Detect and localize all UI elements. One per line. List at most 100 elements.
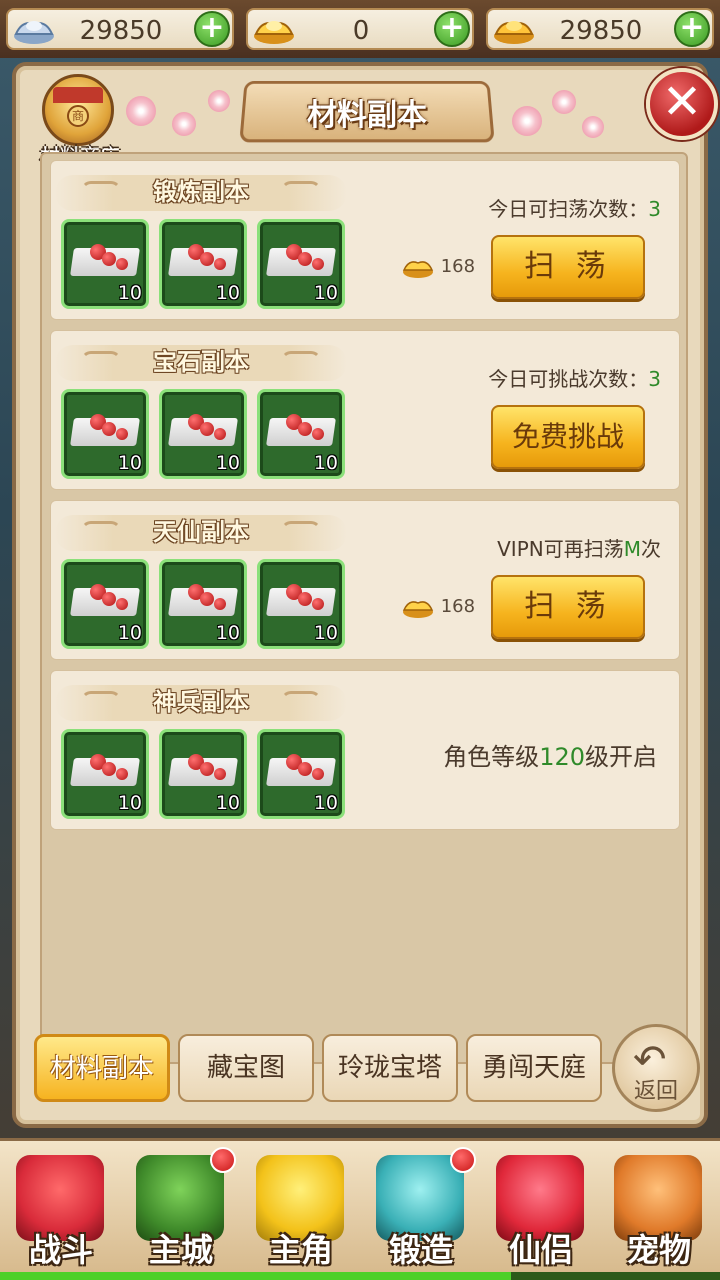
- notification-badge: [210, 1147, 236, 1173]
- cost-value: 168: [440, 596, 476, 617]
- dungeon-title: 神兵副本: [153, 688, 249, 716]
- dungeon-card-celestial: 天仙副本 10 10 10 VIPN可再扫荡M次 168 扫 荡: [50, 500, 680, 660]
- berry-icon: [214, 768, 226, 780]
- material-shop-button[interactable]: 商 材料商店: [30, 74, 130, 168]
- reward-item[interactable]: 10: [257, 559, 345, 649]
- bottom-nav: 战斗 主城 主角 锻造 仙侣 宠物: [0, 1138, 720, 1280]
- challenge-count-label: 今日可挑战次数：: [488, 367, 649, 391]
- reward-item[interactable]: 10: [61, 219, 149, 309]
- reward-item[interactable]: 10: [257, 219, 345, 309]
- sweep-button[interactable]: 扫 荡: [491, 235, 645, 299]
- nav-partner[interactable]: 仙侣: [482, 1145, 600, 1275]
- shop-roof: [53, 87, 103, 103]
- notification-badge: [450, 1147, 476, 1173]
- item-quantity: 10: [117, 622, 142, 644]
- item-quantity: 10: [215, 792, 240, 814]
- free-challenge-button[interactable]: 免费挑战: [491, 405, 645, 469]
- gold-amount: 0: [352, 16, 370, 46]
- nav-label: 主城: [148, 1231, 213, 1269]
- nav-label: 宠物: [626, 1231, 691, 1269]
- berry-icon: [116, 258, 128, 270]
- nav-city[interactable]: 主城: [122, 1145, 240, 1275]
- sweep-count: 今日可扫荡次数：3: [488, 193, 661, 222]
- berry-icon: [312, 258, 324, 270]
- item-quantity: 10: [215, 452, 240, 474]
- reward-item[interactable]: 10: [61, 729, 149, 819]
- tab-linglong-tower[interactable]: 玲珑宝塔: [322, 1034, 458, 1102]
- tab-treasure-map[interactable]: 藏宝图: [178, 1034, 314, 1102]
- berry-icon: [298, 592, 312, 606]
- back-label: 返回: [633, 1079, 678, 1104]
- dungeon-title: 天仙副本: [153, 518, 249, 546]
- berry-icon: [298, 422, 312, 436]
- reward-item[interactable]: 10: [159, 729, 247, 819]
- silver-ingot-icon: [14, 21, 54, 44]
- panel-title-bar: 材料副本: [112, 76, 622, 148]
- berry-icon: [298, 252, 312, 266]
- nav-forge[interactable]: 锻造: [362, 1145, 480, 1275]
- blossom-icon: [552, 90, 576, 114]
- sweep-cost: 168: [401, 255, 475, 279]
- page-title: 材料副本: [307, 98, 427, 133]
- nav-pet[interactable]: 宠物: [600, 1145, 718, 1275]
- reward-item[interactable]: 10: [61, 389, 149, 479]
- reward-item[interactable]: 10: [159, 559, 247, 649]
- reward-item[interactable]: 10: [61, 559, 149, 649]
- silver-amount: 29850: [79, 16, 163, 46]
- add-gold-button[interactable]: +: [434, 11, 470, 47]
- bound-gold-amount: 29850: [559, 16, 643, 46]
- material-dungeon-panel: 材料副本 商 材料商店 ✕ 锻炼副本 10: [12, 62, 718, 1128]
- item-quantity: 10: [313, 282, 338, 304]
- gold-currency: 0 +: [246, 8, 474, 50]
- blossom-icon: [126, 96, 156, 126]
- challenge-count-value: 3: [648, 367, 661, 391]
- sweep-cost: 168: [401, 595, 475, 619]
- reward-item[interactable]: 10: [159, 389, 247, 479]
- unlock-label-post: 级开启: [585, 743, 657, 771]
- berry-icon: [214, 598, 226, 610]
- berry-icon: [298, 762, 312, 776]
- nav-hero[interactable]: 主角: [242, 1145, 360, 1275]
- nav-label: 仙侣: [508, 1231, 573, 1269]
- item-quantity: 10: [313, 452, 338, 474]
- item-quantity: 10: [117, 282, 142, 304]
- tab-material-dungeon[interactable]: 材料副本: [34, 1034, 170, 1102]
- reward-item[interactable]: 10: [257, 729, 345, 819]
- blossom-icon: [172, 112, 196, 136]
- nav-battle[interactable]: 战斗: [2, 1145, 120, 1275]
- gold-ingot-stack-icon: [494, 21, 534, 44]
- shop-sign: 商: [67, 105, 89, 127]
- vip-sweep-label-post: 次: [641, 537, 661, 561]
- berry-icon: [116, 428, 128, 440]
- blossom-icon: [582, 116, 604, 138]
- dungeon-card-weapon: 神兵副本 10 10 10 角色等级120级开启: [50, 670, 680, 830]
- tab-heaven-court[interactable]: 勇闯天庭: [466, 1034, 602, 1102]
- item-quantity: 10: [215, 282, 240, 304]
- berry-icon: [116, 598, 128, 610]
- item-quantity: 10: [117, 452, 142, 474]
- unlock-label-pre: 角色等级: [443, 743, 540, 771]
- reward-item[interactable]: 10: [159, 219, 247, 309]
- challenge-count: 今日可挑战次数：3: [488, 363, 661, 392]
- back-button[interactable]: ↶ 返回: [612, 1024, 700, 1112]
- nav-label: 锻造: [388, 1231, 453, 1269]
- blossom-icon: [512, 106, 542, 136]
- sweep-button[interactable]: 扫 荡: [491, 575, 645, 639]
- item-quantity: 10: [313, 792, 338, 814]
- blossom-icon: [208, 90, 230, 112]
- dungeon-title: 锻炼副本: [153, 178, 249, 206]
- cost-value: 168: [440, 256, 476, 277]
- item-quantity: 10: [215, 622, 240, 644]
- close-button[interactable]: ✕: [646, 68, 718, 140]
- unlock-requirement: 角色等级120级开启: [443, 737, 657, 772]
- dungeon-card-gem: 宝石副本 10 10 10 今日可挑战次数：3 免费挑战: [50, 330, 680, 490]
- item-quantity: 10: [117, 792, 142, 814]
- vip-sweep-label-pre: VIPN可再扫荡: [497, 537, 624, 561]
- add-bound-gold-button[interactable]: +: [674, 11, 710, 47]
- unlock-level: 120: [539, 743, 585, 771]
- add-silver-button[interactable]: +: [194, 11, 230, 47]
- berry-icon: [116, 768, 128, 780]
- reward-item[interactable]: 10: [257, 389, 345, 479]
- vip-sweep-value: M: [623, 537, 641, 561]
- gold-ingot-icon: [254, 21, 294, 44]
